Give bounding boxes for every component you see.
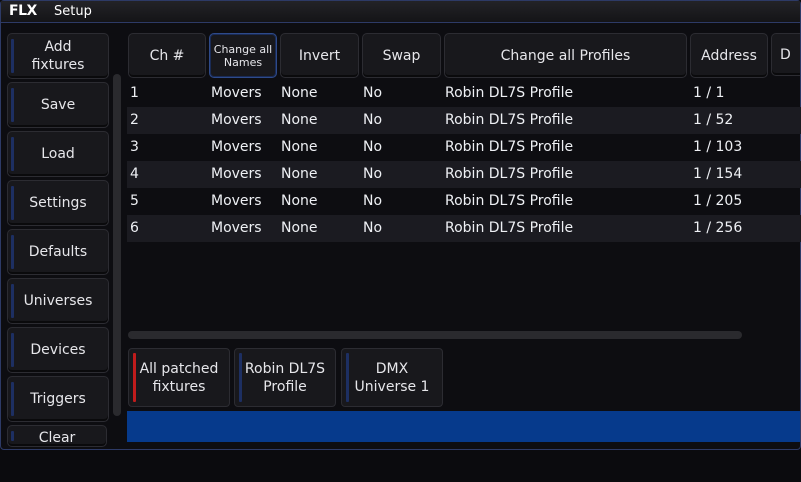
column-headers: Ch # Change all Names Invert Swap Change… <box>127 33 801 78</box>
cell-address[interactable]: 1 / 1 <box>693 85 724 101</box>
table-row[interactable]: 5 Movers None No Robin DL7S Profile 1 / 205 <box>127 188 801 215</box>
cell-swap[interactable]: No <box>363 193 382 209</box>
header-address-label: Address <box>701 47 757 64</box>
add-fixtures-button[interactable]: Add fixtures <box>7 33 109 79</box>
cell-name[interactable]: Movers <box>211 166 262 182</box>
cell-invert[interactable]: None <box>281 166 318 182</box>
save-label: Save <box>40 97 76 113</box>
cell-name[interactable]: Movers <box>211 193 262 209</box>
cell-swap[interactable]: No <box>363 139 382 155</box>
cell-profile[interactable]: Robin DL7S Profile <box>445 139 573 155</box>
cell-profile[interactable]: Robin DL7S Profile <box>445 220 573 236</box>
settings-label: Settings <box>29 195 87 211</box>
devices-label: Devices <box>30 342 86 358</box>
load-button[interactable]: Load <box>7 131 109 177</box>
table-row[interactable]: 6 Movers None No Robin DL7S Profile 1 / 256 <box>127 215 801 242</box>
universes-button[interactable]: Universes <box>7 278 109 324</box>
setup-window: FLX Setup Add fixtures Save Load Setting… <box>0 0 801 450</box>
table-row[interactable]: 3 Movers None No Robin DL7S Profile 1 / 103 <box>127 134 801 161</box>
cell-invert[interactable]: None <box>281 112 318 128</box>
cell-invert[interactable]: None <box>281 139 318 155</box>
filter-label: DMX Universe 1 <box>354 360 430 395</box>
sidebar-scrollbar[interactable] <box>113 74 121 416</box>
filter-accent-bar <box>133 353 136 402</box>
universes-label: Universes <box>23 293 93 309</box>
filter-accent-bar <box>239 353 242 402</box>
cell-invert[interactable]: None <box>281 85 318 101</box>
cell-ch-number[interactable]: 3 <box>130 139 139 155</box>
cell-profile[interactable]: Robin DL7S Profile <box>445 85 573 101</box>
filter-dmx-universe-1[interactable]: DMX Universe 1 <box>341 348 443 407</box>
cell-name[interactable]: Movers <box>211 112 262 128</box>
cell-invert[interactable]: None <box>281 193 318 209</box>
cell-address[interactable]: 1 / 205 <box>693 193 742 209</box>
clear-label: Clear <box>38 430 76 446</box>
header-invert-label: Invert <box>298 47 341 64</box>
header-invert[interactable]: Invert <box>280 33 359 78</box>
filter-label: All patched fixtures <box>139 360 219 395</box>
header-swap[interactable]: Swap <box>362 33 441 78</box>
cell-name[interactable]: Movers <box>211 139 262 155</box>
title-bar: FLX Setup <box>1 1 800 23</box>
clear-button[interactable]: Clear <box>7 425 107 447</box>
change-all-profiles-label: Change all Profiles <box>500 47 631 64</box>
cell-address[interactable]: 1 / 103 <box>693 139 742 155</box>
devices-button[interactable]: Devices <box>7 327 109 373</box>
header-partial-label: D <box>780 46 791 63</box>
triggers-button[interactable]: Triggers <box>7 376 109 422</box>
cell-profile[interactable]: Robin DL7S Profile <box>445 166 573 182</box>
header-address[interactable]: Address <box>690 33 768 78</box>
change-all-profiles-button[interactable]: Change all Profiles <box>444 33 687 78</box>
cell-ch-number[interactable]: 5 <box>130 193 139 209</box>
cell-profile[interactable]: Robin DL7S Profile <box>445 112 573 128</box>
cell-address[interactable]: 1 / 256 <box>693 220 742 236</box>
filter-robin-dl7s-profile[interactable]: Robin DL7S Profile <box>234 348 336 407</box>
save-button[interactable]: Save <box>7 82 109 128</box>
cell-swap[interactable]: No <box>363 112 382 128</box>
table-row[interactable]: 4 Movers None No Robin DL7S Profile 1 / 154 <box>127 161 801 188</box>
window-title: Setup <box>54 4 92 19</box>
cell-address[interactable]: 1 / 154 <box>693 166 742 182</box>
load-label: Load <box>41 146 75 162</box>
header-partial-column[interactable]: D <box>771 33 800 76</box>
fixture-table: 1 Movers None No Robin DL7S Profile 1 / 1 2 Mov… <box>127 80 801 242</box>
settings-button[interactable]: Settings <box>7 180 109 226</box>
cell-swap[interactable]: No <box>363 85 382 101</box>
cell-profile[interactable]: Robin DL7S Profile <box>445 193 573 209</box>
filter-accent-bar <box>346 353 349 402</box>
cell-ch-number[interactable]: 2 <box>130 112 139 128</box>
header-ch-label: Ch # <box>149 47 185 64</box>
change-all-names-label: Change all Names <box>213 42 273 69</box>
cell-swap[interactable]: No <box>363 220 382 236</box>
add-fixtures-label: Add fixtures <box>31 39 85 73</box>
defaults-button[interactable]: Defaults <box>7 229 109 275</box>
cell-swap[interactable]: No <box>363 166 382 182</box>
defaults-label: Defaults <box>28 244 88 260</box>
cell-ch-number[interactable]: 1 <box>130 85 139 101</box>
filter-label: Robin DL7S Profile <box>244 360 326 395</box>
cell-name[interactable]: Movers <box>211 220 262 236</box>
header-swap-label: Swap <box>382 47 421 64</box>
cell-ch-number[interactable]: 6 <box>130 220 139 236</box>
cell-address[interactable]: 1 / 52 <box>693 112 733 128</box>
flx-logo: FLX <box>9 3 37 19</box>
table-row[interactable]: 1 Movers None No Robin DL7S Profile 1 / 1 <box>127 80 801 107</box>
triggers-label: Triggers <box>30 391 86 407</box>
header-ch-number[interactable]: Ch # <box>128 33 206 78</box>
command-bar[interactable] <box>127 411 800 442</box>
filter-all-patched-fixtures[interactable]: All patched fixtures <box>128 348 230 407</box>
table-horizontal-scrollbar[interactable] <box>128 331 742 339</box>
cell-invert[interactable]: None <box>281 220 318 236</box>
table-row[interactable]: 2 Movers None No Robin DL7S Profile 1 / 52 <box>127 107 801 134</box>
cell-ch-number[interactable]: 4 <box>130 166 139 182</box>
change-all-names-button[interactable]: Change all Names <box>209 33 277 78</box>
cell-name[interactable]: Movers <box>211 85 262 101</box>
